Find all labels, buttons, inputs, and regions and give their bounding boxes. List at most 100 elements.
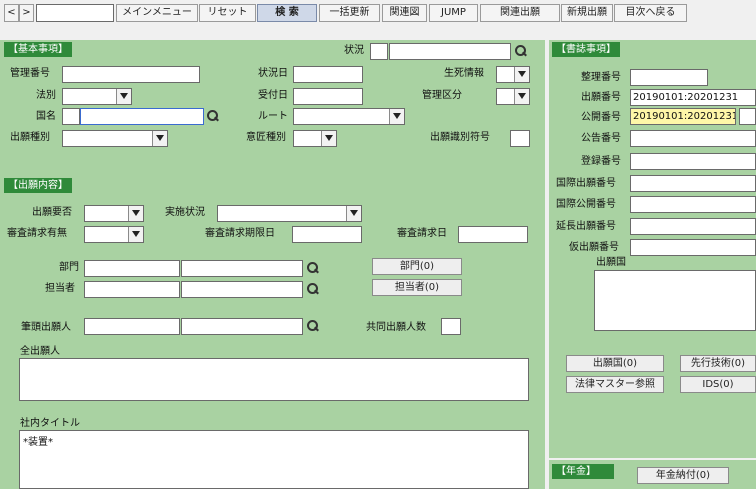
- ids-button[interactable]: IDS(0): [680, 376, 756, 393]
- app-country-list[interactable]: [594, 270, 756, 331]
- exam-req-dropdown-icon[interactable]: [128, 227, 143, 242]
- app-id-code-label: 出願識別符号: [430, 132, 490, 143]
- impl-status-dropdown-icon[interactable]: [346, 206, 361, 221]
- intl-pub-no-field[interactable]: [630, 196, 756, 213]
- impl-status-label: 実施状況: [165, 207, 205, 218]
- new-application-button[interactable]: 新規出願: [561, 4, 613, 22]
- app-no-label: 出願番号: [581, 92, 621, 103]
- bulk-update-button[interactable]: 一括更新: [319, 4, 380, 22]
- reg-no-label: 登録番号: [581, 156, 621, 167]
- ext-app-no-label: 延長出願番号: [556, 221, 616, 232]
- law-select[interactable]: [62, 88, 132, 105]
- impl-status-select[interactable]: [217, 205, 362, 222]
- person-button[interactable]: 担当者(0): [372, 279, 462, 296]
- dept-button[interactable]: 部門(0): [372, 258, 462, 275]
- intl-app-no-field[interactable]: [630, 175, 756, 192]
- exam-deadline-label: 審査請求期限日: [205, 228, 275, 239]
- status-label: 状況: [344, 45, 364, 56]
- exam-req-select[interactable]: [84, 226, 144, 243]
- design-type-dropdown-icon[interactable]: [321, 131, 336, 146]
- received-date-field[interactable]: [293, 88, 363, 105]
- annuity-header: 【年金】: [552, 464, 614, 479]
- mgmt-no-label: 管理番号: [10, 68, 50, 79]
- dept-code-field[interactable]: [84, 260, 180, 277]
- country-search-icon[interactable]: [205, 109, 220, 124]
- dept-name-field[interactable]: [181, 260, 303, 277]
- reg-no-field[interactable]: [630, 153, 756, 170]
- all-applicants-field[interactable]: [19, 358, 529, 401]
- status-select[interactable]: [370, 43, 388, 60]
- mgmt-class-dropdown-icon[interactable]: [514, 89, 529, 104]
- app-id-code-field[interactable]: [510, 130, 530, 147]
- law-dropdown-icon[interactable]: [116, 89, 131, 104]
- person-label: 担当者: [45, 283, 75, 294]
- life-info-label: 生死情報: [444, 68, 484, 79]
- prov-app-no-field[interactable]: [630, 239, 756, 256]
- dept-search-icon[interactable]: [305, 261, 320, 276]
- app-type-select[interactable]: [62, 130, 168, 147]
- app-no-field[interactable]: 20190101:20201231: [630, 89, 756, 106]
- status-date-label: 状況日: [258, 68, 288, 79]
- pub-no-extra-field[interactable]: [739, 108, 756, 125]
- mgmt-class-select[interactable]: [496, 88, 530, 105]
- annuity-paid-button[interactable]: 年金納付(0): [637, 467, 729, 484]
- main-menu-button[interactable]: メインメニュー: [116, 4, 198, 22]
- ref-no-field[interactable]: [630, 69, 708, 86]
- lead-applicant-name-field[interactable]: [181, 318, 303, 335]
- mgmt-no-field[interactable]: [62, 66, 200, 83]
- exam-date-field[interactable]: [458, 226, 528, 243]
- design-type-select[interactable]: [293, 130, 337, 147]
- back-to-index-button[interactable]: 目次へ戻る: [614, 4, 687, 22]
- person-code-field[interactable]: [84, 281, 180, 298]
- prov-app-no-label: 仮出願番号: [569, 242, 619, 253]
- ext-app-no-field[interactable]: [630, 218, 756, 235]
- status-field[interactable]: [389, 43, 511, 60]
- app-needed-select[interactable]: [84, 205, 144, 222]
- record-number-field[interactable]: [36, 4, 114, 22]
- jump-button[interactable]: JUMP: [429, 4, 478, 22]
- law-label: 法別: [36, 90, 56, 101]
- app-country-label: 出願国: [596, 257, 626, 268]
- biblio-header: 【書誌事項】: [552, 42, 620, 57]
- internal-title-field[interactable]: *装置*: [19, 430, 529, 489]
- reset-button[interactable]: リセット: [199, 4, 256, 22]
- app-header: 【出願内容】: [4, 178, 72, 193]
- announce-no-label: 公告番号: [581, 133, 621, 144]
- lead-applicant-label: 筆頭出願人: [21, 322, 71, 333]
- life-info-select[interactable]: [496, 66, 530, 83]
- route-label: ルート: [258, 111, 288, 122]
- prior-art-button[interactable]: 先行技術(0): [680, 355, 756, 372]
- related-diagram-button[interactable]: 関連図: [382, 4, 427, 22]
- all-applicants-label: 全出願人: [20, 346, 60, 357]
- person-name-field[interactable]: [181, 281, 303, 298]
- design-type-label: 意匠種別: [246, 132, 286, 143]
- exam-req-label: 審査請求有無: [7, 228, 67, 239]
- exam-date-label: 審査請求日: [397, 228, 447, 239]
- app-country-button[interactable]: 出願国(0): [566, 355, 664, 372]
- app-type-dropdown-icon[interactable]: [152, 131, 167, 146]
- prev-record-button[interactable]: <: [4, 4, 19, 22]
- lead-applicant-search-icon[interactable]: [305, 319, 320, 334]
- search-button[interactable]: 検 索: [257, 4, 317, 22]
- lead-applicant-code-field[interactable]: [84, 318, 180, 335]
- pub-no-field[interactable]: 20190101:20201231: [630, 108, 736, 125]
- country-name-field[interactable]: [80, 108, 204, 125]
- basic-header: 【基本事項】: [4, 42, 72, 57]
- next-record-button[interactable]: >: [19, 4, 34, 22]
- route-dropdown-icon[interactable]: [389, 109, 404, 124]
- joint-count-field[interactable]: [441, 318, 461, 335]
- status-date-field[interactable]: [293, 66, 363, 83]
- announce-no-field[interactable]: [630, 130, 756, 147]
- country-code-field[interactable]: [62, 108, 80, 125]
- app-needed-label: 出願要否: [32, 207, 72, 218]
- person-search-icon[interactable]: [305, 282, 320, 297]
- law-master-button[interactable]: 法律マスター参照: [566, 376, 664, 393]
- exam-deadline-field[interactable]: [292, 226, 362, 243]
- app-needed-dropdown-icon[interactable]: [128, 206, 143, 221]
- related-application-button[interactable]: 関連出願: [480, 4, 560, 22]
- route-select[interactable]: [293, 108, 405, 125]
- country-label: 国名: [36, 111, 56, 122]
- mgmt-class-label: 管理区分: [422, 90, 462, 101]
- life-info-dropdown-icon[interactable]: [514, 67, 529, 82]
- status-search-icon[interactable]: [513, 44, 528, 59]
